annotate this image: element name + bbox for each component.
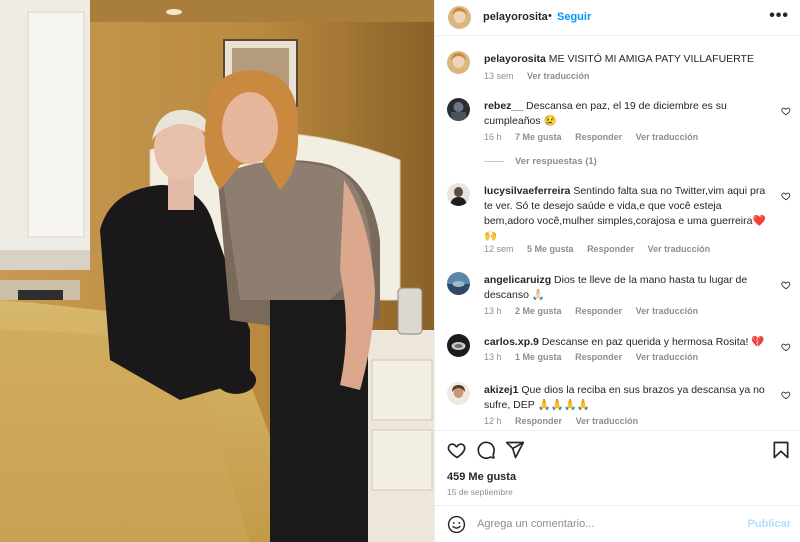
caption-time[interactable]: 13 sem bbox=[484, 71, 514, 81]
separator-dot: • bbox=[548, 10, 552, 22]
commenter-avatar[interactable] bbox=[447, 272, 470, 295]
caption-text-block: pelayorosita ME VISITÓ MI AMIGA PATY VIL… bbox=[484, 52, 774, 67]
heart-icon[interactable] bbox=[781, 280, 791, 290]
heart-icon[interactable] bbox=[447, 440, 467, 460]
heart-icon[interactable] bbox=[781, 191, 791, 201]
reply-button[interactable]: Responder bbox=[587, 244, 634, 254]
comment-username[interactable]: lucysilvaeferreira bbox=[484, 185, 570, 197]
translate-link[interactable]: Ver traducción bbox=[648, 244, 711, 254]
reply-button[interactable]: Responder bbox=[515, 416, 562, 426]
post-photo[interactable] bbox=[0, 0, 434, 542]
comment-meta: 16 h 7 Me gusta Responder Ver traducción bbox=[484, 132, 709, 142]
comment-likes[interactable]: 1 Me gusta bbox=[515, 352, 562, 362]
comment-composer: Publicar bbox=[435, 505, 800, 542]
replies-divider bbox=[484, 160, 504, 162]
view-replies-label: Ver respuestas (1) bbox=[515, 156, 597, 167]
comment-meta: 12 h Responder Ver traducción bbox=[484, 416, 649, 426]
comment-meta: 12 sem 5 Me gusta Responder Ver traducci… bbox=[484, 244, 721, 254]
more-options-icon[interactable]: ••• bbox=[769, 7, 789, 25]
comment-username[interactable]: carlos.xp.9 bbox=[484, 336, 539, 348]
heart-icon[interactable] bbox=[781, 342, 791, 352]
reply-button[interactable]: Responder bbox=[575, 352, 622, 362]
comment-text-block: rebez__ Descansa en paz, el 19 de diciem… bbox=[484, 99, 774, 129]
reply-button[interactable]: Responder bbox=[575, 132, 622, 142]
post-date[interactable]: 15 de septiembre bbox=[447, 487, 513, 497]
action-bar: 459 Me gusta 15 de septiembre bbox=[435, 430, 800, 505]
comment-text-block: akizej1 Que dios la reciba en sus brazos… bbox=[484, 383, 774, 413]
comment-time[interactable]: 16 h bbox=[484, 132, 502, 142]
comment-text-block: angelicaruizg Dios te lleve de la mano h… bbox=[484, 273, 774, 303]
comment-meta: 13 h 2 Me gusta Responder Ver traducción bbox=[484, 306, 709, 316]
commenter-avatar[interactable] bbox=[447, 382, 470, 405]
comment-username[interactable]: rebez__ bbox=[484, 100, 523, 112]
post-panel: pelayorosita • Seguir ••• pelayorosita M… bbox=[434, 0, 800, 542]
reply-button[interactable]: Responder bbox=[575, 306, 622, 316]
commenter-avatar[interactable] bbox=[447, 334, 470, 357]
translate-link[interactable]: Ver traducción bbox=[576, 416, 639, 426]
caption-username[interactable]: pelayorosita bbox=[484, 53, 546, 65]
comment-likes[interactable]: 5 Me gusta bbox=[527, 244, 574, 254]
comment-icon[interactable] bbox=[476, 440, 496, 460]
commenter-avatar[interactable] bbox=[447, 98, 470, 121]
author-avatar[interactable] bbox=[448, 6, 471, 29]
comments-list[interactable]: pelayorosita ME VISITÓ MI AMIGA PATY VIL… bbox=[435, 37, 800, 430]
translate-link[interactable]: Ver traducción bbox=[636, 132, 699, 142]
post-header: pelayorosita • Seguir ••• bbox=[435, 0, 800, 36]
post-image bbox=[0, 0, 434, 542]
comment-time[interactable]: 12 h bbox=[484, 416, 502, 426]
comment-meta: 13 h 1 Me gusta Responder Ver traducción bbox=[484, 352, 709, 362]
comment-text: Que dios la reciba en sus brazos ya desc… bbox=[484, 384, 765, 411]
view-replies-button[interactable]: Ver respuestas (1) bbox=[484, 156, 597, 167]
publish-button[interactable]: Publicar bbox=[748, 518, 791, 530]
comment-text-block: lucysilvaeferreira Sentindo falta sua no… bbox=[484, 184, 774, 244]
comment-time[interactable]: 13 h bbox=[484, 352, 502, 362]
comment-time[interactable]: 12 sem bbox=[484, 244, 514, 254]
comment-likes[interactable]: 2 Me gusta bbox=[515, 306, 562, 316]
commenter-avatar[interactable] bbox=[447, 183, 470, 206]
comment-text-block: carlos.xp.9 Descanse en paz querida y he… bbox=[484, 335, 774, 350]
comment-text: Descanse en paz querida y hermosa Rosita… bbox=[541, 336, 765, 348]
caption-translate-link[interactable]: Ver traducción bbox=[527, 71, 590, 81]
translate-link[interactable]: Ver traducción bbox=[636, 352, 699, 362]
heart-icon[interactable] bbox=[781, 390, 791, 400]
author-avatar[interactable] bbox=[447, 51, 470, 74]
caption-text: ME VISITÓ MI AMIGA PATY VILLAFUERTE bbox=[548, 53, 754, 65]
likes-count[interactable]: 459 Me gusta bbox=[447, 471, 516, 483]
caption-meta: 13 sem Ver traducción bbox=[484, 71, 601, 81]
comment-likes[interactable]: 7 Me gusta bbox=[515, 132, 562, 142]
comment-input[interactable] bbox=[477, 514, 737, 534]
translate-link[interactable]: Ver traducción bbox=[636, 306, 699, 316]
author-username[interactable]: pelayorosita bbox=[483, 11, 548, 23]
comment-username[interactable]: angelicaruizg bbox=[484, 274, 551, 286]
comment-username[interactable]: akizej1 bbox=[484, 384, 518, 396]
emoji-icon[interactable] bbox=[447, 515, 466, 534]
comment-time[interactable]: 13 h bbox=[484, 306, 502, 316]
heart-icon[interactable] bbox=[781, 106, 791, 116]
bookmark-icon[interactable] bbox=[771, 440, 791, 460]
share-icon[interactable] bbox=[505, 440, 525, 460]
follow-button[interactable]: Seguir bbox=[557, 11, 591, 23]
